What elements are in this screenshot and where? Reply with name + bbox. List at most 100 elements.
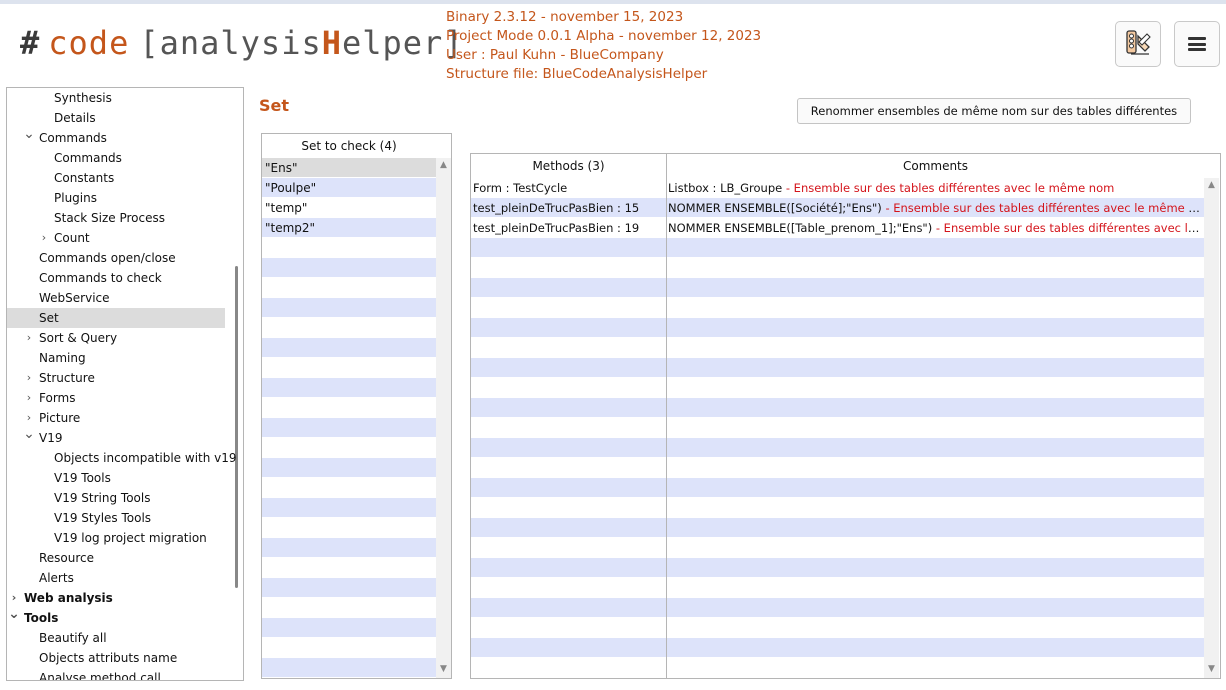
scroll-up-icon[interactable]: ▲: [1204, 180, 1219, 190]
sidebar-item[interactable]: WebService: [7, 288, 225, 308]
sidebar-item[interactable]: Beautify all: [7, 628, 225, 648]
sidebar-item[interactable]: Resource: [7, 548, 225, 568]
table-empty-row[interactable]: [471, 578, 1204, 598]
chevron-down-icon[interactable]: ⌄: [23, 124, 35, 144]
sidebar-item[interactable]: Commands open/close: [7, 248, 225, 268]
methods-column-header[interactable]: Methods (3): [471, 154, 666, 178]
set-list-empty-row[interactable]: [262, 598, 436, 618]
table-row[interactable]: test_pleinDeTrucPasBien : 19 NOMMER ENSEM…: [471, 218, 1204, 238]
methods-scrollbar[interactable]: ▲ ▼: [1204, 178, 1219, 678]
table-empty-row[interactable]: [471, 438, 1204, 458]
set-list-empty-row[interactable]: [262, 498, 436, 518]
set-list-empty-row[interactable]: [262, 458, 436, 478]
table-empty-row[interactable]: [471, 558, 1204, 578]
set-list-empty-row[interactable]: [262, 338, 436, 358]
set-list-empty-row[interactable]: [262, 258, 436, 278]
chevron-down-icon[interactable]: ⌄: [8, 604, 20, 624]
set-list-scrollbar[interactable]: ▲ ▼: [436, 158, 451, 678]
set-list-empty-row[interactable]: [262, 658, 436, 678]
sidebar-item[interactable]: ⌄ Commands: [7, 126, 225, 148]
sidebar-item[interactable]: Synthesis: [7, 88, 225, 108]
methods-table[interactable]: Methods (3) Comments Form : TestCycle Lis…: [470, 153, 1221, 679]
sidebar-item[interactable]: Commands to check: [7, 268, 225, 288]
table-empty-row[interactable]: [471, 518, 1204, 538]
table-empty-row[interactable]: [471, 358, 1204, 378]
sidebar-item[interactable]: Set: [7, 308, 225, 328]
sidebar-item[interactable]: V19 String Tools: [7, 488, 225, 508]
chevron-right-icon[interactable]: ›: [23, 388, 35, 408]
set-list-empty-row[interactable]: [262, 378, 436, 398]
sidebar-item[interactable]: › Web analysis: [7, 588, 225, 608]
set-list-empty-row[interactable]: [262, 398, 436, 418]
sidebar-item[interactable]: › Count: [7, 228, 225, 248]
set-list-empty-row[interactable]: [262, 278, 436, 298]
set-list-empty-row[interactable]: [262, 478, 436, 498]
table-empty-row[interactable]: [471, 598, 1204, 618]
table-empty-row[interactable]: [471, 398, 1204, 418]
set-list-empty-row[interactable]: [262, 578, 436, 598]
sidebar-item[interactable]: Stack Size Process: [7, 208, 225, 228]
table-empty-row[interactable]: [471, 458, 1204, 478]
sidebar-item[interactable]: Analyse method call: [7, 668, 225, 680]
table-empty-row[interactable]: [471, 418, 1204, 438]
scroll-down-icon[interactable]: ▼: [1204, 664, 1219, 674]
rename-sets-button[interactable]: Renommer ensembles de même nom sur des t…: [797, 98, 1191, 124]
sidebar-item[interactable]: ⌄ V19: [7, 426, 225, 448]
sidebar-item[interactable]: › Picture: [7, 408, 225, 428]
table-empty-row[interactable]: [471, 298, 1204, 318]
chevron-right-icon[interactable]: ›: [23, 328, 35, 348]
set-list-empty-row[interactable]: [262, 618, 436, 638]
sidebar-item[interactable]: Details: [7, 108, 225, 128]
set-list-empty-row[interactable]: [262, 418, 436, 438]
table-empty-row[interactable]: [471, 478, 1204, 498]
sidebar-item[interactable]: Constants: [7, 168, 225, 188]
set-list-empty-row[interactable]: [262, 438, 436, 458]
set-list-empty-row[interactable]: [262, 238, 436, 258]
set-list-empty-row[interactable]: [262, 298, 436, 318]
sidebar-item[interactable]: › Sort & Query: [7, 328, 225, 348]
set-list-item[interactable]: "Poulpe": [262, 178, 436, 198]
sidebar-item[interactable]: ⌄ Tools: [7, 606, 225, 628]
set-list-empty-row[interactable]: [262, 358, 436, 378]
table-empty-row[interactable]: [471, 378, 1204, 398]
set-list-empty-row[interactable]: [262, 638, 436, 658]
set-list-header[interactable]: Set to check (4): [262, 134, 436, 158]
table-empty-row[interactable]: [471, 238, 1204, 258]
set-list-item[interactable]: "temp2": [262, 218, 436, 238]
sidebar-item[interactable]: Naming: [7, 348, 225, 368]
table-empty-row[interactable]: [471, 638, 1204, 658]
sidebar-item[interactable]: Alerts: [7, 568, 225, 588]
set-list-empty-row[interactable]: [262, 558, 436, 578]
sidebar-item[interactable]: Commands: [7, 148, 225, 168]
sidebar-item[interactable]: › Forms: [7, 388, 225, 408]
sidebar-item[interactable]: › Structure: [7, 368, 225, 388]
chevron-down-icon[interactable]: ⌄: [23, 424, 35, 444]
sidebar-item[interactable]: Objects attributs name: [7, 648, 225, 668]
chevron-right-icon[interactable]: ›: [38, 228, 50, 248]
set-list-empty-row[interactable]: [262, 538, 436, 558]
sidebar-item[interactable]: Objects incompatible with v19: [7, 448, 237, 468]
sidebar-item[interactable]: V19 log project migration: [7, 528, 225, 548]
set-list-empty-row[interactable]: [262, 518, 436, 538]
table-empty-row[interactable]: [471, 498, 1204, 518]
sidebar-tree[interactable]: Synthesis Details ⌄ Commands Commands Constan…: [6, 87, 244, 681]
table-row[interactable]: test_pleinDeTrucPasBien : 15 NOMMER ENSEM…: [471, 198, 1204, 218]
sidebar-item[interactable]: V19 Tools: [7, 468, 225, 488]
scroll-down-icon[interactable]: ▼: [436, 664, 451, 674]
table-empty-row[interactable]: [471, 278, 1204, 298]
table-empty-row[interactable]: [471, 538, 1204, 558]
sidebar-item[interactable]: V19 Styles Tools: [7, 508, 225, 528]
table-empty-row[interactable]: [471, 338, 1204, 358]
set-list-item[interactable]: "Ens": [262, 158, 436, 178]
sidebar-scrollbar-thumb[interactable]: [235, 266, 238, 588]
table-empty-row[interactable]: [471, 258, 1204, 278]
set-list-item[interactable]: "temp": [262, 198, 436, 218]
table-empty-row[interactable]: [471, 318, 1204, 338]
sidebar-item[interactable]: Plugins: [7, 188, 225, 208]
main-menu-button[interactable]: [1174, 21, 1220, 67]
tools-button[interactable]: [1115, 21, 1161, 67]
comments-column-header[interactable]: Comments: [667, 154, 1204, 178]
set-list-empty-row[interactable]: [262, 318, 436, 338]
table-empty-row[interactable]: [471, 658, 1204, 678]
chevron-right-icon[interactable]: ›: [23, 368, 35, 388]
